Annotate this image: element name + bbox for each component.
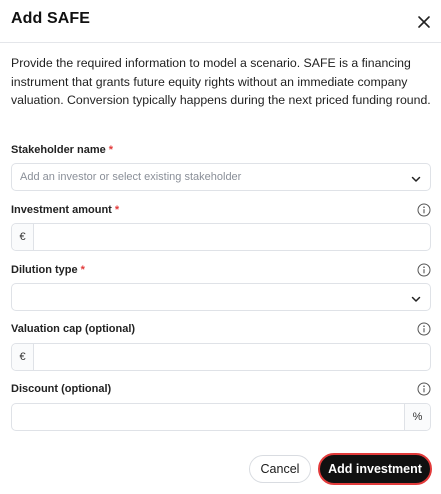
discount-label-text: Discount (optional) [11,383,112,395]
currency-prefix: € [12,344,34,370]
stakeholder-select[interactable]: Add an investor or select existing stake… [11,163,431,191]
add-investment-button[interactable]: Add investment [318,453,432,485]
investment-amount-input[interactable]: € [11,223,431,251]
stakeholder-label-text: Stakeholder name [11,144,106,156]
valuation-cap-input[interactable]: € [11,343,431,371]
required-marker: * [80,264,85,276]
investment-label-text: Investment amount [11,204,112,216]
info-icon[interactable] [417,322,431,336]
discount-input[interactable]: % [11,403,431,431]
currency-prefix: € [12,224,34,250]
required-marker: * [108,144,114,156]
dialog-title: Add SAFE [11,10,91,27]
valuation-cap-label-text: Valuation cap (optional) [11,323,136,335]
investment-label: Investment amount * [11,204,119,216]
valuation-cap-label: Valuation cap (optional) [11,323,135,335]
dilution-label-text: Dilution type [11,264,78,276]
info-icon[interactable] [417,203,431,217]
dilution-label: Dilution type * [11,264,85,276]
stakeholder-label: Stakeholder name * [11,144,113,156]
info-icon[interactable] [417,382,431,396]
stakeholder-placeholder: Add an investor or select existing stake… [20,171,242,183]
add-safe-dialog: Add SAFE Provide the required informatio… [0,0,441,494]
required-marker: * [114,204,120,216]
dilution-type-select[interactable] [11,283,431,311]
close-icon[interactable] [414,12,434,32]
cancel-button[interactable]: Cancel [249,455,311,483]
dialog-header: Add SAFE [0,0,441,43]
add-investment-label: Add investment [322,457,428,481]
percent-suffix: % [404,404,430,430]
chevron-down-icon [410,172,422,184]
dialog-description: Provide the required information to mode… [11,56,431,108]
chevron-down-icon [410,292,422,304]
discount-label: Discount (optional) [11,383,111,395]
info-icon[interactable] [417,263,431,277]
